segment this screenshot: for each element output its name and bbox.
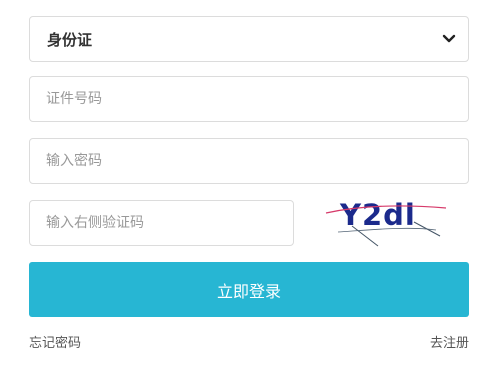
captcha-image[interactable]: Y2dl <box>318 196 452 248</box>
login-button[interactable]: 立即登录 <box>29 262 469 317</box>
captcha-noise-lines <box>325 205 447 247</box>
id-type-selected-value: 身份证 <box>47 31 93 49</box>
captcha-input[interactable] <box>30 201 293 245</box>
login-form: 身份证 Y2dl 立即登录 忘记密码 去注册 <box>0 0 493 365</box>
forgot-password-link[interactable]: 忘记密码 <box>29 332 81 351</box>
password-field <box>29 138 469 184</box>
id-number-field <box>29 76 469 122</box>
register-link[interactable]: 去注册 <box>430 332 469 351</box>
id-type-select[interactable]: 身份证 <box>29 16 469 62</box>
id-number-input[interactable] <box>30 77 468 121</box>
chevron-down-icon <box>442 34 456 43</box>
captcha-field <box>29 200 294 246</box>
password-input[interactable] <box>30 139 468 183</box>
